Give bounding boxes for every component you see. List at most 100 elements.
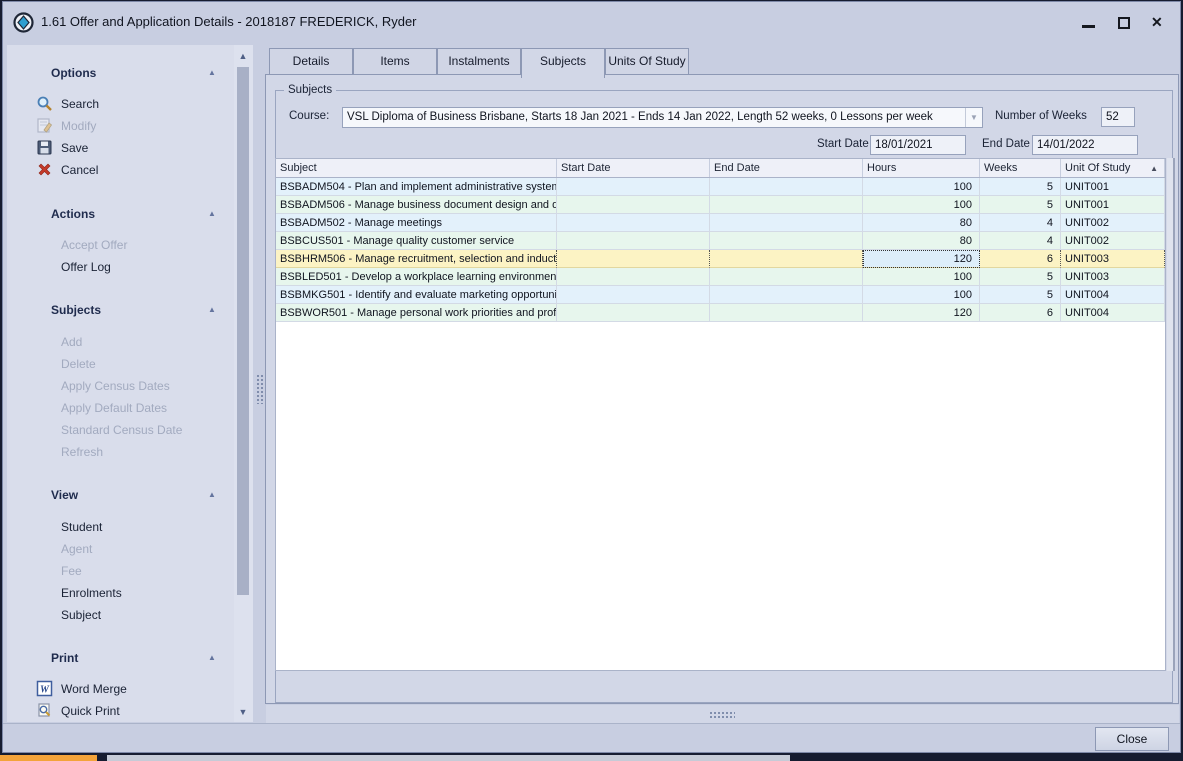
cell-subject[interactable]: BSBLED501 - Develop a workplace learning… (276, 268, 557, 286)
cell-weeks[interactable]: 6 (980, 304, 1061, 322)
cell-end-date[interactable] (710, 196, 863, 214)
horizontal-splitter[interactable] (266, 705, 1179, 724)
collapse-arrow-icon[interactable]: ▲ (208, 68, 216, 77)
collapse-arrow-icon[interactable]: ▲ (208, 653, 216, 662)
scroll-down-icon[interactable]: ▼ (237, 706, 249, 718)
sidebar-item-save[interactable]: Save (7, 139, 227, 157)
section-header-print[interactable]: Print ▲ (7, 651, 234, 667)
table-row[interactable]: BSBMKG501 - Identify and evaluate market… (276, 286, 1165, 304)
cell-hours[interactable]: 120 (863, 304, 980, 322)
cell-hours[interactable]: 100 (863, 196, 980, 214)
collapse-arrow-icon[interactable]: ▲ (208, 305, 216, 314)
table-row[interactable]: BSBLED501 - Develop a workplace learning… (276, 268, 1165, 286)
cell-weeks[interactable]: 5 (980, 196, 1061, 214)
column-header-start-date[interactable]: Start Date (557, 159, 710, 177)
cell-subject[interactable]: BSBADM504 - Plan and implement administr… (276, 178, 557, 196)
table-row[interactable]: BSBWOR501 - Manage personal work priorit… (276, 304, 1165, 322)
chevron-down-icon[interactable]: ▼ (965, 108, 982, 127)
cell-unit-of-study[interactable]: UNIT001 (1061, 196, 1165, 214)
number-of-weeks-field[interactable]: 52 (1101, 107, 1135, 127)
table-row-selected[interactable]: BSBHRM506 - Manage recruitment, selectio… (276, 250, 1165, 268)
scroll-up-icon[interactable]: ▲ (237, 50, 249, 62)
cell-weeks[interactable]: 5 (980, 268, 1061, 286)
cell-hours[interactable]: 80 (863, 214, 980, 232)
cell-subject[interactable]: BSBCUS501 - Manage quality customer serv… (276, 232, 557, 250)
cell-hours-focused[interactable]: 120 (863, 250, 980, 268)
start-date-field[interactable]: 18/01/2021 (870, 135, 966, 155)
sidebar-scrollbar[interactable]: ▲ ▼ (234, 45, 253, 722)
tab-items[interactable]: Items (353, 48, 437, 75)
tab-units-of-study[interactable]: Units Of Study (605, 48, 689, 75)
titlebar[interactable]: 1.61 Offer and Application Details - 201… (3, 2, 1180, 43)
cell-hours[interactable]: 80 (863, 232, 980, 250)
table-row[interactable]: BSBCUS501 - Manage quality customer serv… (276, 232, 1165, 250)
cell-start-date[interactable] (557, 286, 710, 304)
cell-subject[interactable]: BSBMKG501 - Identify and evaluate market… (276, 286, 557, 304)
cell-unit-of-study[interactable]: UNIT003 (1061, 268, 1165, 286)
cell-unit-of-study[interactable]: UNIT003 (1061, 250, 1165, 268)
section-header-subjects[interactable]: Subjects ▲ (7, 303, 234, 319)
maximize-button[interactable] (1111, 14, 1137, 32)
cell-start-date[interactable] (557, 304, 710, 322)
sidebar-item-offer-log[interactable]: Offer Log (7, 258, 227, 276)
table-row[interactable]: BSBADM502 - Manage meetings 80 4 UNIT002 (276, 214, 1165, 232)
tab-details[interactable]: Details (269, 48, 353, 75)
cell-hours[interactable]: 100 (863, 178, 980, 196)
tab-instalments[interactable]: Instalments (437, 48, 521, 75)
cell-weeks[interactable]: 5 (980, 286, 1061, 304)
sidebar-item-subject[interactable]: Subject (7, 606, 227, 624)
tab-subjects[interactable]: Subjects (521, 48, 605, 78)
cell-end-date[interactable] (710, 232, 863, 250)
cell-subject[interactable]: BSBHRM506 - Manage recruitment, selectio… (276, 250, 557, 268)
cell-unit-of-study[interactable]: UNIT001 (1061, 178, 1165, 196)
column-header-weeks[interactable]: Weeks (980, 159, 1061, 177)
cell-start-date[interactable] (557, 178, 710, 196)
cell-start-date[interactable] (557, 268, 710, 286)
cell-end-date[interactable] (710, 250, 863, 268)
column-header-hours[interactable]: Hours (863, 159, 980, 177)
cell-end-date[interactable] (710, 304, 863, 322)
cell-hours[interactable]: 100 (863, 268, 980, 286)
end-date-field[interactable]: 14/01/2022 (1032, 135, 1138, 155)
cell-weeks[interactable]: 5 (980, 178, 1061, 196)
cell-end-date[interactable] (710, 286, 863, 304)
collapse-arrow-icon[interactable]: ▲ (208, 209, 216, 218)
cell-weeks[interactable]: 6 (980, 250, 1061, 268)
section-header-actions[interactable]: Actions ▲ (7, 207, 234, 223)
collapse-arrow-icon[interactable]: ▲ (208, 490, 216, 499)
cell-subject[interactable]: BSBADM502 - Manage meetings (276, 214, 557, 232)
table-row[interactable]: BSBADM506 - Manage business document des… (276, 196, 1165, 214)
course-dropdown[interactable]: VSL Diploma of Business Brisbane, Starts… (342, 107, 983, 128)
sidebar-item-enrolments[interactable]: Enrolments (7, 584, 227, 602)
section-header-options[interactable]: Options ▲ (7, 66, 234, 82)
cell-unit-of-study[interactable]: UNIT002 (1061, 214, 1165, 232)
cell-unit-of-study[interactable]: UNIT002 (1061, 232, 1165, 250)
cell-hours[interactable]: 100 (863, 286, 980, 304)
cell-subject[interactable]: BSBWOR501 - Manage personal work priorit… (276, 304, 557, 322)
cell-start-date[interactable] (557, 232, 710, 250)
column-header-subject[interactable]: Subject (276, 159, 557, 177)
cell-start-date[interactable] (557, 214, 710, 232)
cell-weeks[interactable]: 4 (980, 214, 1061, 232)
minimize-button[interactable] (1075, 14, 1101, 32)
sidebar-item-cancel[interactable]: Cancel (7, 161, 227, 179)
cell-end-date[interactable] (710, 214, 863, 232)
cell-weeks[interactable]: 4 (980, 232, 1061, 250)
close-window-button[interactable]: ✕ (1145, 14, 1171, 32)
sidebar-item-search[interactable]: Search (7, 95, 227, 113)
cell-start-date[interactable] (557, 196, 710, 214)
scrollbar-thumb[interactable] (237, 67, 249, 595)
sidebar-item-student[interactable]: Student (7, 518, 227, 536)
cell-end-date[interactable] (710, 178, 863, 196)
column-header-unit-of-study[interactable]: Unit Of Study ▲ (1061, 159, 1165, 177)
close-button[interactable]: Close (1095, 727, 1169, 751)
cell-unit-of-study[interactable]: UNIT004 (1061, 304, 1165, 322)
cell-start-date[interactable] (557, 250, 710, 268)
vertical-splitter[interactable] (253, 45, 265, 705)
table-row[interactable]: BSBADM504 - Plan and implement administr… (276, 178, 1165, 196)
sidebar-item-quick-print[interactable]: Quick Print (7, 702, 227, 720)
section-header-view[interactable]: View ▲ (7, 488, 234, 504)
cell-end-date[interactable] (710, 268, 863, 286)
sidebar-item-word-merge[interactable]: W Word Merge (7, 680, 227, 698)
cell-subject[interactable]: BSBADM506 - Manage business document des… (276, 196, 557, 214)
